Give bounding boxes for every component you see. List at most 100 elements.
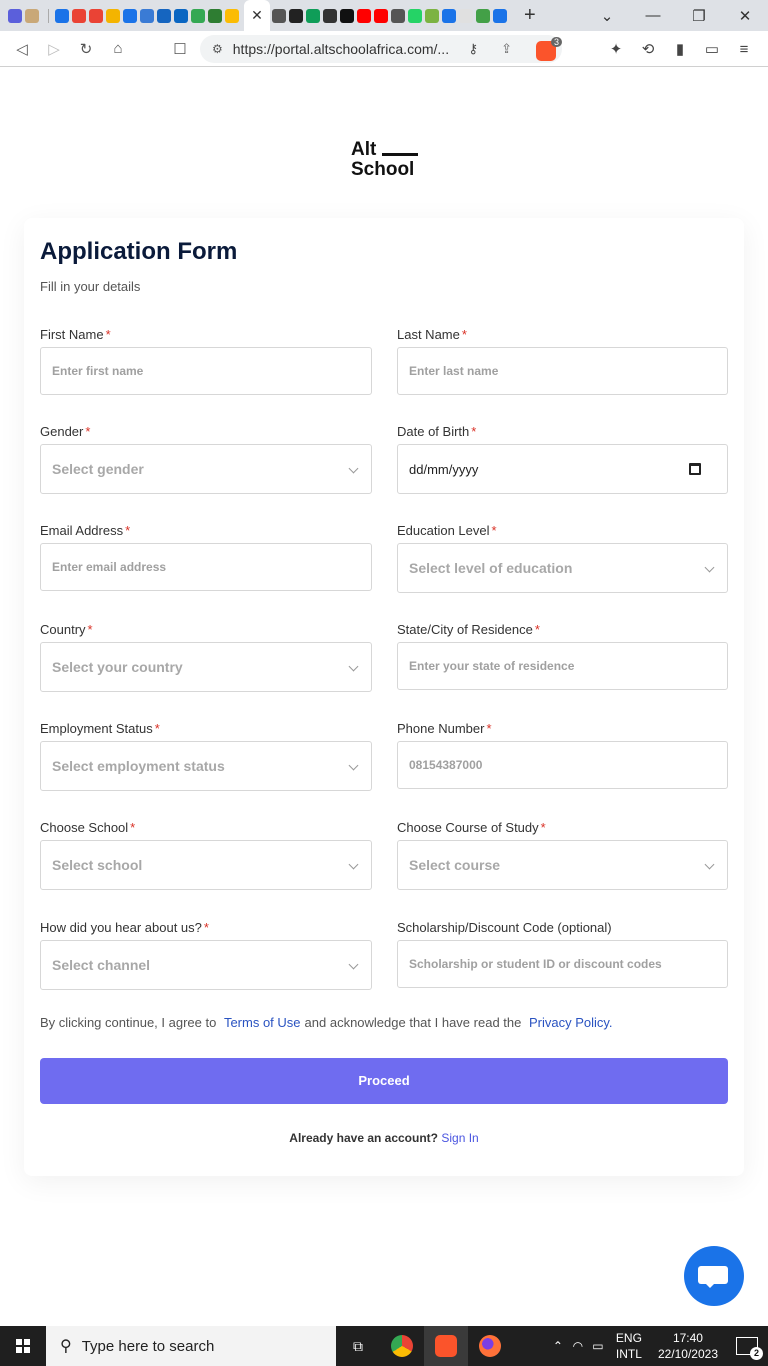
signin-text: Already have an account? [289, 1131, 438, 1145]
tab-favicon-icon[interactable] [289, 8, 303, 23]
calendar-icon[interactable] [689, 463, 701, 475]
clock[interactable]: 17:40 22/10/2023 [658, 1330, 718, 1362]
language-indicator[interactable]: ENG INTL [616, 1330, 642, 1362]
tab-favicon-icon[interactable] [357, 8, 371, 23]
phone-input[interactable]: 08154387000 [397, 741, 728, 789]
first-name-input[interactable]: Enter first name [40, 347, 372, 395]
chat-icon-tail [704, 1282, 716, 1288]
tab-favicon-icon[interactable] [89, 8, 103, 23]
channel-select[interactable]: Select channel [40, 940, 372, 990]
country-select[interactable]: Select your country [40, 642, 372, 692]
course-label: Choose Course of Study * [397, 820, 546, 835]
tab-favicon-icon[interactable] [174, 8, 188, 23]
first-name-label: First Name * [40, 327, 111, 342]
course-select[interactable]: Select course [397, 840, 728, 890]
tab-favicon-icon[interactable] [476, 8, 490, 23]
tab-favicon-icon[interactable] [72, 8, 86, 23]
new-tab-button[interactable]: + [524, 4, 536, 27]
firefox-taskbar-icon[interactable] [468, 1326, 512, 1366]
country-label: Country * [40, 622, 93, 637]
bookmark-icon[interactable]: ☐ [164, 40, 196, 58]
tab-separator [48, 8, 49, 23]
last-name-label: Last Name * [397, 327, 467, 342]
password-key-icon[interactable]: ⚷ [468, 41, 478, 57]
sidebar-icon[interactable]: ▮ [664, 40, 696, 58]
tab-favicon-icon[interactable] [459, 8, 473, 23]
tray-chevron-icon[interactable]: ⌃ [548, 1339, 568, 1353]
url-field[interactable]: ⚙ https://portal.altschoolafrica.com/...… [200, 35, 562, 63]
active-tab-close-icon[interactable]: ✕ [244, 0, 270, 31]
clock-time: 17:40 [672, 1331, 703, 1345]
employment-label: Employment Status * [40, 721, 160, 736]
tab-favicon-icon[interactable] [340, 8, 354, 23]
chat-button[interactable] [684, 1246, 744, 1306]
proceed-button[interactable]: Proceed [40, 1058, 728, 1104]
restore-icon[interactable]: ❐ [676, 7, 722, 25]
taskbar: ⚲ Type here to search ⧉ ⌃ ◠ ▭ ENG INTL 1… [0, 1326, 768, 1366]
notification-count: 2 [750, 1347, 763, 1360]
tab-favicon-icon[interactable] [306, 8, 320, 23]
site-settings-icon[interactable]: ⚙ [212, 42, 223, 56]
taskbar-search[interactable]: ⚲ Type here to search [46, 1326, 336, 1366]
brave-taskbar-icon[interactable] [424, 1326, 468, 1366]
dob-value: dd/mm/yyyy [409, 461, 479, 477]
battery-icon[interactable]: ▭ [588, 1339, 608, 1353]
minimize-icon[interactable]: — [630, 7, 676, 24]
employment-select[interactable]: Select employment status [40, 741, 372, 791]
tab-favicon-icon[interactable] [106, 8, 120, 23]
leo-ai-icon[interactable]: ⟲ [632, 40, 664, 58]
tab-favicon-icon[interactable] [8, 8, 22, 23]
page-title: Application Form [40, 238, 238, 265]
email-input[interactable]: Enter email address [40, 543, 372, 591]
home-icon[interactable]: ⌂ [102, 40, 134, 57]
close-window-icon[interactable]: ✕ [722, 7, 768, 25]
back-icon[interactable]: ◁ [6, 40, 38, 58]
channel-label: How did you hear about us? * [40, 920, 209, 935]
gender-select[interactable]: Select gender [40, 444, 372, 494]
tab-favicon-icon[interactable] [55, 8, 69, 23]
tab-favicon-icon[interactable] [225, 8, 239, 23]
share-icon[interactable]: ⇪ [501, 41, 512, 57]
page-subtitle: Fill in your details [40, 279, 141, 294]
email-group: Email Address * Enter email address [40, 523, 372, 591]
wifi-icon[interactable]: ◠ [568, 1339, 588, 1353]
notification-icon[interactable]: 2 [736, 1337, 763, 1360]
discount-input[interactable]: Scholarship or student ID or discount co… [397, 940, 728, 988]
tab-favicon-icon[interactable] [323, 8, 337, 23]
dob-input[interactable]: dd/mm/yyyy [397, 444, 728, 494]
tab-favicon-icon[interactable] [140, 8, 154, 23]
tab-favicon-icon[interactable] [208, 8, 222, 23]
tab-favicon-icon[interactable] [425, 8, 439, 23]
tab-search-icon[interactable]: ⌄ [584, 7, 630, 25]
school-select[interactable]: Select school [40, 840, 372, 890]
tab-favicon-icon[interactable] [272, 8, 286, 23]
tab-favicon-icon[interactable] [374, 8, 388, 23]
tab-favicon-icon[interactable] [442, 8, 456, 23]
tab-favicon-icon[interactable] [191, 8, 205, 23]
state-input[interactable]: Enter your state of residence [397, 642, 728, 690]
tab-favicon-icon[interactable] [408, 8, 422, 23]
address-bar: ◁ ▷ ↻ ⌂ ☐ ⚙ https://portal.altschoolafri… [0, 31, 768, 67]
tab-favicon-icon[interactable] [123, 8, 137, 23]
first-name-group: First Name * Enter first name [40, 327, 372, 395]
last-name-input[interactable]: Enter last name [397, 347, 728, 395]
education-select[interactable]: Select level of education [397, 543, 728, 593]
chrome-taskbar-icon[interactable] [380, 1326, 424, 1366]
start-button[interactable] [0, 1326, 46, 1366]
tab-favicon-icon[interactable] [157, 8, 171, 23]
system-tray: ⌃ ◠ ▭ ENG INTL 17:40 22/10/2023 2 [548, 1326, 768, 1366]
tab-favicon-icon[interactable] [391, 8, 405, 23]
forward-icon[interactable]: ▷ [38, 40, 70, 58]
reload-icon[interactable]: ↻ [70, 40, 102, 58]
signin-link[interactable]: Sign In [441, 1131, 478, 1145]
wallet-icon[interactable]: ▭ [696, 40, 728, 58]
windows-icon [16, 1339, 30, 1353]
terms-link[interactable]: Terms of Use [224, 1015, 301, 1030]
extensions-icon[interactable]: ✦ [600, 40, 632, 58]
privacy-link[interactable]: Privacy Policy. [529, 1015, 613, 1030]
tab-favicon-icon[interactable] [25, 8, 39, 23]
menu-icon[interactable]: ≡ [728, 41, 760, 58]
tab-favicon-icon[interactable] [493, 8, 507, 23]
task-view-button[interactable]: ⧉ [336, 1326, 380, 1366]
brave-shield-button[interactable]: 3 [534, 37, 562, 61]
